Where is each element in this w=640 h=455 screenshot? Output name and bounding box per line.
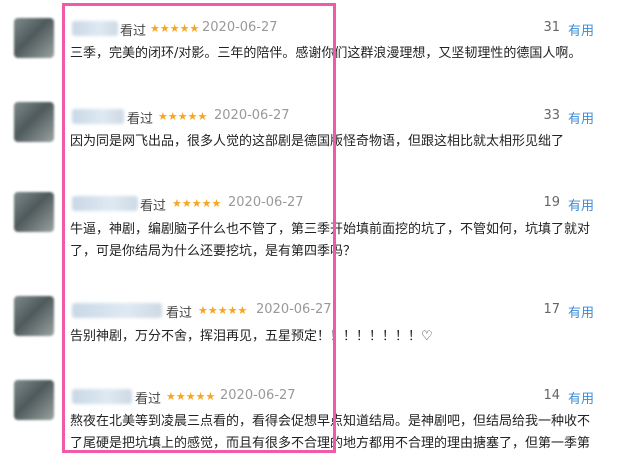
useful-button[interactable]: 有用 (568, 302, 594, 321)
username[interactable] (72, 21, 118, 36)
username[interactable] (72, 389, 132, 404)
avatar[interactable] (14, 102, 54, 142)
avatar[interactable] (14, 18, 54, 58)
watched-status: 看过 (166, 306, 193, 321)
comment-date: 2020-06-27 (256, 302, 332, 317)
username[interactable] (72, 303, 162, 318)
comment-text: 因为同是网飞出品，很多人觉的这部剧是德国版怪奇物语，但跟这相比就太相形见绌了 (70, 134, 565, 149)
comment-text: 牛逼，神剧，编剧脑子什么也不管了，第三季开始填前面挖的坑了，不管如何，坑填了就对 (70, 222, 591, 237)
vote-count: 31 (543, 20, 560, 35)
username[interactable] (72, 196, 138, 211)
rating-stars: ★★★★★ (150, 22, 200, 35)
useful-button[interactable]: 有用 (568, 20, 594, 39)
useful-button[interactable]: 有用 (568, 195, 594, 214)
comment-text: 熬夜在北美等到凌晨三点看的，看得会促想早点知道结局。是神剧吧，但结局给我一种收不 (70, 414, 591, 429)
avatar[interactable] (14, 380, 54, 420)
vote-count: 17 (543, 302, 560, 317)
rating-stars: ★★★★★ (198, 304, 248, 317)
comment-text-continued: 了，可是你结局为什么还要挖坑，是有第四季吗？ (70, 244, 357, 259)
watched-status: 看过 (120, 24, 147, 39)
vote-count: 14 (543, 388, 560, 403)
useful-button[interactable]: 有用 (568, 108, 594, 127)
comment-date: 2020-06-27 (220, 388, 296, 403)
comment-date: 2020-06-27 (202, 20, 278, 35)
comment-text: 告别神剧，万分不舍，挥泪再见，五星预定！！！！！！！！♡ (70, 329, 433, 344)
watched-status: 看过 (127, 112, 154, 127)
watched-status: 看过 (135, 392, 162, 407)
comment-text: 三季，完美的闭环/对影。三年的陪伴。感谢你们这群浪漫理想，又坚韧理性的德国人啊。 (70, 46, 582, 61)
vote-count: 19 (543, 195, 560, 210)
comment-date: 2020-06-27 (228, 195, 304, 210)
rating-stars: ★★★★★ (158, 110, 208, 123)
useful-button[interactable]: 有用 (568, 388, 594, 407)
username[interactable] (72, 109, 124, 124)
comment-date: 2020-06-27 (214, 108, 290, 123)
comment-text-continued: 了尾硬是把坑填上的感觉，而且有很多不合理的地方都用不合理的理由搪塞了，但第一季第 (70, 436, 591, 451)
avatar[interactable] (14, 296, 54, 336)
avatar[interactable] (14, 192, 54, 232)
vote-count: 33 (543, 108, 560, 123)
watched-status: 看过 (140, 199, 167, 214)
rating-stars: ★★★★★ (172, 197, 222, 210)
rating-stars: ★★★★★ (166, 390, 216, 403)
